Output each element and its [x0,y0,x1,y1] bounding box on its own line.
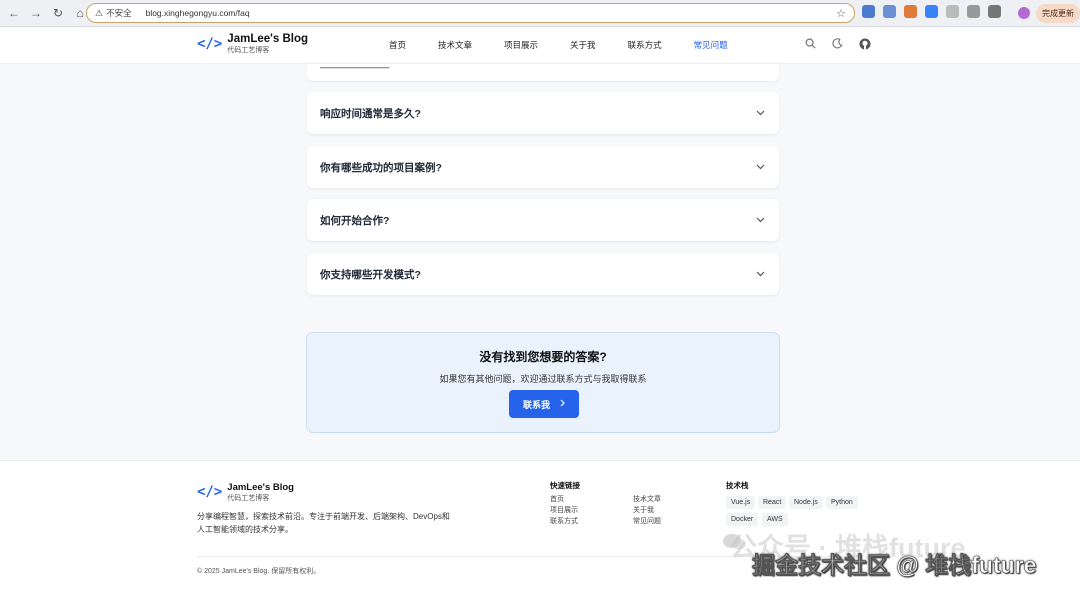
nav-articles[interactable]: 技术文章 [438,39,472,51]
tech-stack-title: 技术栈 [726,481,749,490]
watermark: 公众号 · 堆栈future 掘金技术社区 @ 堆栈future [722,526,1072,581]
chevron-down-icon [756,269,765,279]
footer-link-projects[interactable]: 项目展示 [550,505,578,515]
faq-item[interactable]: 响应时间通常是多久? [307,92,779,134]
extension-icon[interactable] [862,5,875,18]
nav-contact[interactable]: 联系方式 [628,39,662,51]
nav-faq[interactable]: 常见问题 [694,39,728,51]
github-icon[interactable] [859,38,871,53]
main-nav: 首页 技术文章 项目展示 关于我 联系方式 常见问题 [389,39,760,51]
code-brackets-icon: </> [197,36,223,52]
footer-description: 分享编程智慧，探索技术前沿。专注于前端开发、后端架构、DevOps和人工智能领域… [197,512,450,534]
forward-icon[interactable]: → [26,3,46,23]
site-header: </> JamLee's Blog 代码工艺博客 首页 技术文章 项目展示 关于… [0,28,1080,64]
faq-item[interactable]: 如何开始合作? [307,199,779,241]
faq-card-partial: ▁▁▁▁▁▁▁▁▁▁ [307,64,779,81]
footer-link-faq[interactable]: 常见问题 [633,516,661,526]
brand-subtitle: 代码工艺博客 [227,47,270,54]
security-indicator[interactable]: ⚠ 不安全 [95,7,132,19]
footer-link-home[interactable]: 首页 [550,494,564,504]
footer-brand-subtitle: 代码工艺博客 [227,495,270,502]
tech-tag: Node.js [789,496,823,509]
faq-answer-cutoff: ▁▁▁▁▁▁▁▁▁▁ [320,64,389,69]
search-icon[interactable] [805,38,816,53]
faq-question: 如何开始合作? [320,214,390,227]
tech-tag: AWS [762,513,788,526]
footer-link-articles[interactable]: 技术文章 [633,494,661,504]
brand-name: JamLee's Blog [227,33,309,45]
extension-icon[interactable] [946,5,959,18]
header-actions [805,38,871,53]
footer-logo[interactable]: </> JamLee's Blog 代码工艺博客 [197,481,294,503]
tech-tag: React [758,496,787,509]
profile-avatar[interactable] [1018,7,1030,19]
watermark-line-2: 掘金技术社区 @ 堆栈future [752,552,1037,579]
code-brackets-icon: </> [197,484,223,500]
chevron-right-icon [560,399,565,409]
quick-links-title: 快速链接 [550,481,580,490]
extension-icon[interactable] [904,5,917,18]
extension-icon[interactable] [925,5,938,18]
url-text: blog.xinghegongyu.com/faq [145,8,250,18]
camera-icon[interactable] [967,5,980,18]
faq-question: 你有哪些成功的项目案例? [320,161,442,174]
nav-home[interactable]: 首页 [389,39,406,51]
nav-projects[interactable]: 项目展示 [504,39,538,51]
footer-link-contact[interactable]: 联系方式 [550,516,578,526]
bookmark-star-icon[interactable]: ☆ [836,7,846,20]
chevron-down-icon [756,215,765,225]
extension-icon[interactable] [883,5,896,18]
site-logo[interactable]: </> JamLee's Blog 代码工艺博客 [197,33,308,55]
tech-tag: Docker [726,513,759,526]
faq-question: 响应时间通常是多久? [320,107,421,120]
back-icon[interactable]: ← [4,3,24,23]
update-button[interactable]: 完成更新 [1036,4,1080,23]
address-bar[interactable]: ⚠ 不安全 blog.xinghegongyu.com/faq ☆ [86,3,855,23]
copyright-text: © 2025 JamLee's Blog. 保留所有权利。 [197,568,321,575]
contact-me-button[interactable]: 联系我 [509,390,579,418]
footer-link-about[interactable]: 关于我 [633,505,654,515]
warning-icon: ⚠ [95,7,104,18]
puzzle-icon[interactable] [988,5,1001,18]
nav-about[interactable]: 关于我 [570,39,596,51]
browser-toolbar: ← → ↻ ⌂ ⚠ 不安全 blog.xinghegongyu.com/faq … [0,0,1080,27]
footer-brand-name: JamLee's Blog [227,482,294,493]
chevron-down-icon [756,108,765,118]
chevron-down-icon [756,162,765,172]
faq-item[interactable]: 你支持哪些开发模式? [307,253,779,295]
faq-question: 你支持哪些开发模式? [320,268,421,281]
contact-cta-panel: 没有找到您想要的答案? 如果您有其他问题，欢迎通过联系方式与我取得联系 联系我 [306,332,780,433]
tech-tag: Python [826,496,858,509]
cta-description: 如果您有其他问题，欢迎通过联系方式与我取得联系 [439,374,647,384]
extensions-bar [862,5,1001,18]
faq-item[interactable]: 你有哪些成功的项目案例? [307,146,779,188]
tech-tag: Vue.js [726,496,756,509]
cta-title: 没有找到您想要的答案? [479,350,607,364]
dark-mode-moon-icon[interactable] [832,38,843,53]
reload-icon[interactable]: ↻ [48,3,68,23]
